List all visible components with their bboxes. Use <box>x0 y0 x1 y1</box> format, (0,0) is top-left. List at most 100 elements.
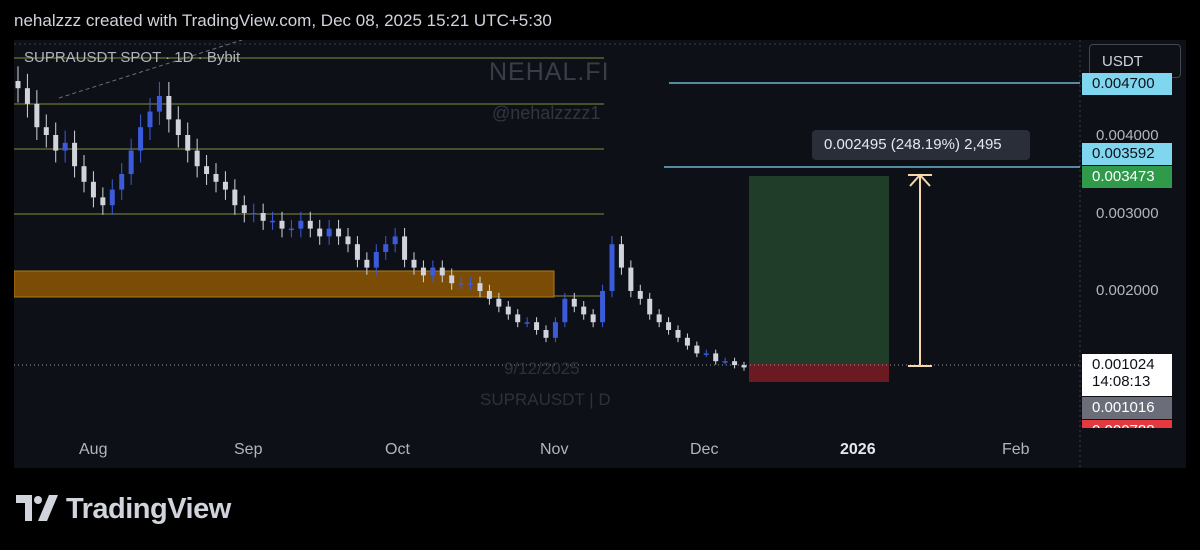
candle-body[interactable] <box>703 353 709 355</box>
stop-price-tag: 0.000788 <box>1082 420 1172 428</box>
candle-body[interactable] <box>543 330 549 338</box>
time-axis-label: Aug <box>79 441 108 458</box>
candle-body[interactable] <box>656 314 662 323</box>
symbol-label[interactable]: SUPRAUSDT SPOT · 1D · Bybit <box>24 49 240 66</box>
candle-body[interactable] <box>383 244 389 252</box>
candle-body[interactable] <box>100 197 106 206</box>
candle-body[interactable] <box>119 174 125 190</box>
candle-body[interactable] <box>288 228 294 231</box>
candle-body[interactable] <box>90 181 96 198</box>
watermark-symbol: SUPRAUSDT | D <box>480 390 611 409</box>
candle-body[interactable] <box>241 205 247 213</box>
candle-body[interactable] <box>609 244 615 291</box>
candle-body[interactable] <box>270 220 276 223</box>
candle-body[interactable] <box>496 298 502 307</box>
candle-body[interactable] <box>581 306 587 315</box>
candle-body[interactable] <box>43 127 49 135</box>
candle-body[interactable] <box>232 189 238 206</box>
candle-body[interactable] <box>81 166 87 182</box>
candle-body[interactable] <box>222 181 228 190</box>
candle-body[interactable] <box>138 127 144 151</box>
upper-line-price-tag: 0.004700 <box>1082 73 1172 95</box>
candle-body[interactable] <box>128 150 134 174</box>
tradingview-brand: TradingView <box>66 493 231 525</box>
profit-zone[interactable] <box>749 176 889 364</box>
candle-body[interactable] <box>62 142 68 151</box>
candle-body[interactable] <box>600 291 606 323</box>
candle-body[interactable] <box>562 298 568 323</box>
candle-body[interactable] <box>185 135 191 151</box>
candle-body[interactable] <box>251 213 257 215</box>
candle-body[interactable] <box>147 111 153 128</box>
chart-pane[interactable]: SUPRAUSDT SPOT · 1D · Bybit NEHAL.FI @ne… <box>14 40 1186 468</box>
candle-body[interactable] <box>34 103 40 128</box>
candle-body[interactable] <box>694 345 700 354</box>
candle-body[interactable] <box>336 228 342 237</box>
candle-body[interactable] <box>524 322 530 324</box>
candle-body[interactable] <box>618 244 624 268</box>
candle-body[interactable] <box>213 174 219 182</box>
time-axis-label: Dec <box>690 441 719 458</box>
candle-body[interactable] <box>15 81 21 89</box>
candle-body[interactable] <box>571 298 577 307</box>
candle-body[interactable] <box>449 275 455 284</box>
candle-body[interactable] <box>204 166 210 174</box>
chart-credit: nehalzzz created with TradingView.com, D… <box>14 11 552 30</box>
candle-body[interactable] <box>637 291 643 299</box>
candle-body[interactable] <box>166 96 172 120</box>
candle-body[interactable] <box>24 88 30 104</box>
candle-body[interactable] <box>326 228 332 237</box>
candle-body[interactable] <box>684 337 690 346</box>
candle-body[interactable] <box>732 361 738 366</box>
candle-body[interactable] <box>194 150 200 167</box>
candle-body[interactable] <box>317 228 323 237</box>
candle-body[interactable] <box>505 306 511 315</box>
candle-body[interactable] <box>458 283 464 285</box>
candle-body[interactable] <box>53 135 59 151</box>
candle-body[interactable] <box>411 259 417 268</box>
candle-body[interactable] <box>534 322 540 330</box>
candle-body[interactable] <box>675 330 681 338</box>
candle-body[interactable] <box>345 236 351 245</box>
candle-body[interactable] <box>354 244 360 260</box>
candle-body[interactable] <box>373 252 379 268</box>
candle-body[interactable] <box>439 267 445 276</box>
candle-body[interactable] <box>279 220 285 229</box>
candle-body[interactable] <box>175 119 181 135</box>
price-scale-label: 0.004000 <box>1096 127 1159 144</box>
candle-body[interactable] <box>260 213 266 221</box>
watermark-brand: NEHAL.FI <box>489 58 610 86</box>
candle-body[interactable] <box>741 365 747 368</box>
candle-body[interactable] <box>628 267 634 291</box>
price-scale-label: 0.003000 <box>1096 205 1159 222</box>
candle-body[interactable] <box>430 267 436 276</box>
candle-body[interactable] <box>666 322 672 330</box>
take-profit-price-tag: 0.003473 <box>1082 166 1172 188</box>
candle-body[interactable] <box>713 353 719 362</box>
candle-body[interactable] <box>156 96 162 112</box>
candle-body[interactable] <box>307 220 313 229</box>
bar-countdown: 14:08:13 <box>1092 373 1151 390</box>
candle-body[interactable] <box>590 314 596 323</box>
last-price-value: 0.001024 <box>1092 356 1155 373</box>
watermark-handle: @nehalzzzz1 <box>492 103 601 123</box>
candle-body[interactable] <box>468 283 474 285</box>
candle-body[interactable] <box>420 267 426 276</box>
candle-body[interactable] <box>477 283 483 291</box>
time-axis-label: 2026 <box>840 441 876 458</box>
candle-body[interactable] <box>392 236 398 245</box>
candle-body[interactable] <box>72 142 78 167</box>
candles-group[interactable] <box>15 66 747 371</box>
candle-body[interactable] <box>109 189 115 206</box>
candle-body[interactable] <box>722 361 728 363</box>
candle-body[interactable] <box>647 298 653 315</box>
time-axis-label: Nov <box>540 441 569 458</box>
candle-body[interactable] <box>364 259 370 268</box>
candle-body[interactable] <box>515 314 521 323</box>
loss-zone[interactable] <box>749 364 889 382</box>
candle-body[interactable] <box>402 236 408 260</box>
entry-price-tag: 0.001016 <box>1082 397 1172 419</box>
candle-body[interactable] <box>486 291 492 299</box>
candle-body[interactable] <box>552 322 558 338</box>
candle-body[interactable] <box>298 220 304 229</box>
